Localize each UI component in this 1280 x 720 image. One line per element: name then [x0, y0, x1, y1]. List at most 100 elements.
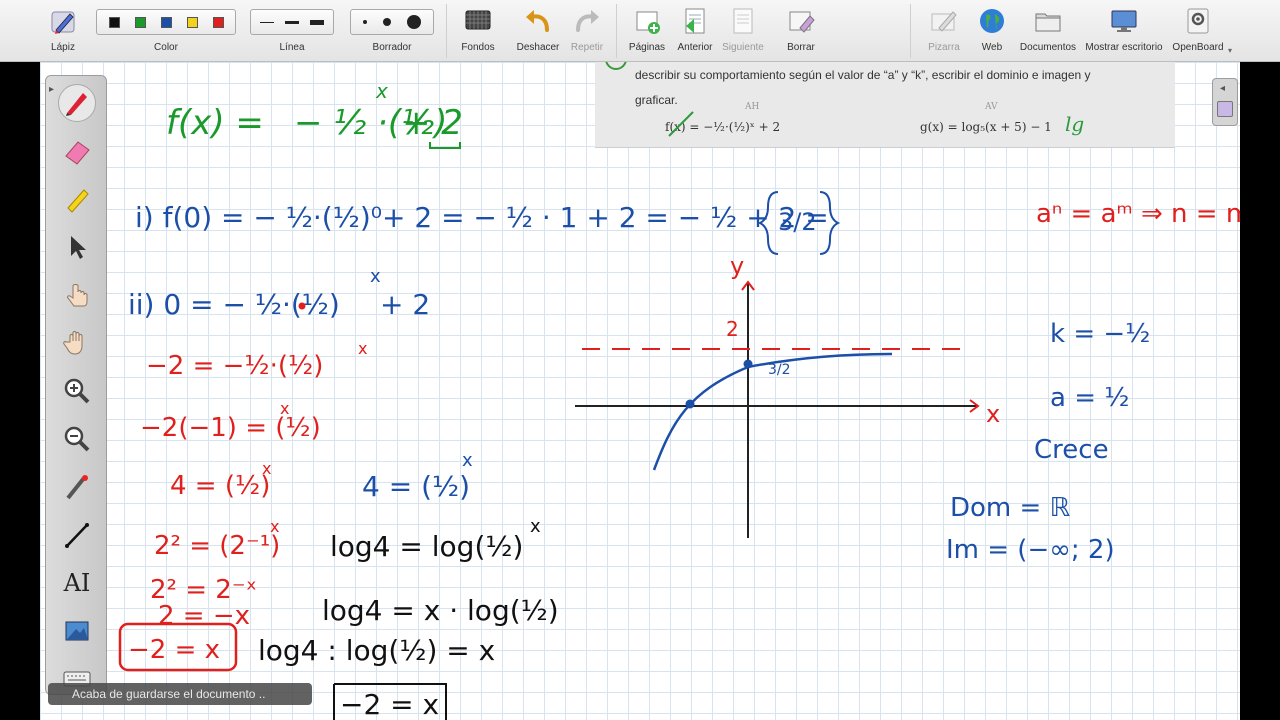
- palette-laser-button[interactable]: [58, 468, 96, 506]
- pencil-label: Lápiz: [51, 42, 75, 53]
- red-step-1-exp: x: [358, 339, 367, 358]
- capture-icon: [65, 621, 89, 641]
- red-step-3: 4 = (½): [170, 471, 270, 501]
- openboard-dropdown-icon[interactable]: ▾: [1228, 46, 1232, 55]
- next-page-icon: [733, 8, 753, 34]
- clear-page-button[interactable]: Borrar: [778, 0, 824, 62]
- settings-gear-icon: [1187, 8, 1209, 34]
- color-green-swatch[interactable]: [134, 16, 146, 28]
- note-increasing: Crece: [1034, 435, 1109, 465]
- web-button[interactable]: Web: [970, 0, 1014, 62]
- backgrounds-label: Fondos: [461, 42, 495, 53]
- red-step-1: −2 = −½·(½): [146, 351, 323, 381]
- toolbar-separator: [616, 4, 617, 58]
- eraser-large-option[interactable]: [407, 15, 421, 29]
- eraser-label: Borrador: [372, 42, 412, 53]
- pages-button[interactable]: Páginas: [624, 0, 670, 62]
- line-tool-icon: [65, 523, 89, 548]
- black-step-3: log4 = x · log(½): [322, 594, 559, 627]
- zoom-in-icon: [64, 378, 90, 404]
- laser-pointer-icon: [66, 475, 88, 500]
- handwriting-layer: f(x) = − ½ ·(½) x + 2 i) f(0) = − ½·(½)⁰…: [118, 79, 1240, 720]
- toolbar-separator: [446, 4, 447, 58]
- board-button[interactable]: Pizarra: [920, 0, 968, 62]
- text-tool-icon: AI: [63, 569, 91, 597]
- redo-button[interactable]: Repetir: [564, 0, 610, 62]
- board-label: Pizarra: [928, 42, 960, 53]
- color-group: Color: [96, 0, 236, 62]
- clear-label: Borrar: [787, 42, 815, 53]
- line-width-group: Línea: [250, 0, 334, 62]
- openboard-menu-button[interactable]: OpenBoard: [1168, 0, 1228, 62]
- documents-label: Documentos: [1019, 42, 1077, 53]
- show-desktop-label: Mostrar escritorio: [1085, 42, 1163, 53]
- clear-page-icon: [789, 11, 815, 33]
- graph-three-half-label: 3/2: [768, 362, 791, 378]
- palette-text-button[interactable]: AI: [58, 564, 96, 602]
- blue-step-1: 4 = (½): [362, 470, 470, 503]
- graph-y-label: y: [730, 252, 744, 280]
- backgrounds-button[interactable]: Fondos: [452, 0, 504, 62]
- pointing-hand-icon: [67, 284, 88, 307]
- color-black-swatch[interactable]: [108, 16, 120, 28]
- color-blue-swatch[interactable]: [160, 16, 172, 28]
- eraser-medium-option[interactable]: [383, 18, 391, 26]
- previous-page-icon: [685, 8, 705, 34]
- green-exponent: x: [375, 79, 388, 103]
- color-swatches: [96, 9, 236, 35]
- palette-eraser-button[interactable]: [58, 132, 96, 170]
- blue-step-1-exp: x: [462, 450, 473, 471]
- undo-arrow-icon: [526, 10, 549, 32]
- palette-pen-button[interactable]: [58, 84, 96, 122]
- black-step-4: log4 : log(½) = x: [258, 634, 495, 667]
- note-image: Im = (−∞; 2): [946, 535, 1115, 565]
- right-mini-palette[interactable]: ◂: [1212, 78, 1238, 126]
- redo-arrow-icon: [576, 10, 599, 32]
- note-domain: Dom = ℝ: [950, 493, 1071, 523]
- undo-label: Deshacer: [516, 42, 560, 53]
- red-step-4: 2² = (2⁻¹): [154, 531, 280, 561]
- top-toolbar: Lápiz Color Línea Borrador Fondos Deshac…: [0, 0, 1280, 62]
- eraser-small-option[interactable]: [363, 20, 367, 24]
- previous-page-button[interactable]: Anterior: [672, 0, 718, 62]
- add-page-icon: [636, 11, 660, 34]
- show-desktop-button[interactable]: Mostrar escritorio: [1082, 0, 1166, 62]
- right-border: [1240, 62, 1280, 720]
- palette-zoom-in-button[interactable]: [58, 372, 96, 410]
- saved-notification: Acaba de guardarse el documento ..: [48, 683, 312, 705]
- color-red-swatch[interactable]: [212, 16, 224, 28]
- palette-hand-button[interactable]: [58, 324, 96, 362]
- undo-button[interactable]: Deshacer: [512, 0, 564, 62]
- collapse-arrow-icon[interactable]: ◂: [1220, 83, 1225, 94]
- color-yellow-swatch[interactable]: [186, 16, 198, 28]
- blue-three-halves: 3/2: [778, 208, 817, 236]
- palette-highlighter-button[interactable]: [58, 180, 96, 218]
- library-icon[interactable]: [1217, 101, 1233, 117]
- zoom-out-icon: [64, 426, 90, 452]
- line-medium-option[interactable]: [284, 20, 299, 24]
- palette-zoom-out-button[interactable]: [58, 420, 96, 458]
- whiteboard-canvas[interactable]: describir su comportamiento según el val…: [40, 62, 1240, 720]
- palette-select-button[interactable]: [58, 228, 96, 266]
- palette-line-button[interactable]: [58, 516, 96, 554]
- green-plus-two: + 2: [402, 103, 463, 143]
- line-label: Línea: [279, 42, 305, 53]
- note-k: k = −½: [1050, 319, 1150, 349]
- pages-label: Páginas: [628, 42, 666, 53]
- next-page-button[interactable]: Siguiente: [718, 0, 768, 62]
- folder-icon: [1035, 13, 1061, 32]
- documents-button[interactable]: Documentos: [1016, 0, 1080, 62]
- pencil-tool-button[interactable]: Lápiz: [40, 0, 86, 62]
- palette-interact-button[interactable]: [58, 276, 96, 314]
- line-thick-option[interactable]: [309, 19, 324, 25]
- previous-label: Anterior: [677, 42, 713, 53]
- line-thin-option[interactable]: [260, 21, 275, 23]
- blue-ii-plus-two: + 2: [380, 288, 430, 321]
- note-a: a = ½: [1050, 383, 1129, 413]
- line-width-options: [250, 9, 334, 35]
- eraser-size-options: [350, 9, 434, 35]
- palette-capture-button[interactable]: [58, 612, 96, 650]
- graph-x-label: x: [986, 400, 1000, 428]
- graph-two-label: 2: [726, 317, 739, 341]
- palette-expand-arrow-icon[interactable]: ▸: [49, 84, 54, 95]
